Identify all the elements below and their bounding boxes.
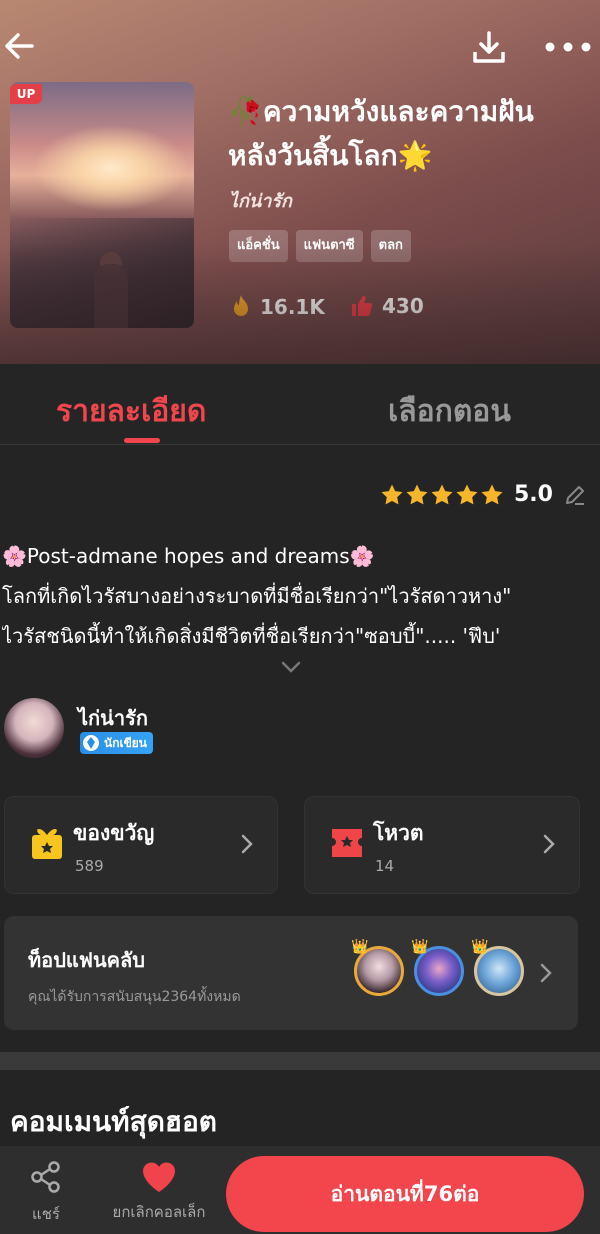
hot-comments-title: คอมเมนท์สุดฮอต xyxy=(10,1105,217,1138)
book-header: UP 🥀ความหวังและความฝันหลังวันสิ้นโลก🌟 ไก… xyxy=(0,0,600,364)
back-button[interactable] xyxy=(0,26,40,66)
top-fanclub-card[interactable]: ท็อปแฟนคลับ คุณได้รับการสนับสนุน2364ทั้ง… xyxy=(4,916,578,1030)
fan-avatars: 👑 👑 👑 xyxy=(351,939,524,996)
description-line: 🌸Post-admane hopes and dreams🌸 xyxy=(2,544,375,568)
writer-badge: นักเขียน xyxy=(80,732,154,754)
rating[interactable]: 5.0 xyxy=(380,482,587,507)
book-description: 🌸Post-admane hopes and dreams🌸 โลกที่เกิ… xyxy=(2,536,598,656)
fan-avatar[interactable]: 👑 xyxy=(411,939,464,996)
vote-label: โหวต xyxy=(373,821,424,845)
fire-icon xyxy=(234,295,248,316)
description-line: โลกที่เกิดไวรัสบางอย่างระบาดที่มีชื่อเรี… xyxy=(2,584,512,608)
gift-icon xyxy=(32,829,62,859)
writer-avatar[interactable] xyxy=(4,698,64,758)
arrow-left-icon xyxy=(5,33,34,59)
fanclub-title: ท็อปแฟนคลับ xyxy=(28,948,145,972)
download-icon xyxy=(473,31,505,63)
chevron-down-icon xyxy=(281,661,301,673)
genre-tags: แอ็คชั่น แฟนตาซี ตลก xyxy=(229,230,411,262)
expand-description-button[interactable] xyxy=(280,656,302,678)
genre-tag[interactable]: แฟนตาซี xyxy=(295,230,363,262)
share-button[interactable]: แชร์ xyxy=(26,1160,66,1226)
likes-count: 430 xyxy=(382,294,424,318)
views-count: 16.1K xyxy=(260,295,325,319)
more-dots-icon xyxy=(545,42,591,52)
crown-gold-icon: 👑 xyxy=(351,939,369,955)
fanclub-subtitle: คุณได้รับการสนับสนุน2364ทั้งหมด xyxy=(28,989,241,1005)
thumbs-up-icon xyxy=(352,296,373,316)
tab-details[interactable]: รายละเอียด xyxy=(56,388,206,435)
chevron-right-icon xyxy=(540,963,552,983)
continue-reading-button[interactable]: อ่านตอนที่76ต่อ xyxy=(226,1156,584,1232)
uncollect-button[interactable]: ยกเลิกคอลเล็ก xyxy=(104,1160,214,1224)
chevron-right-icon xyxy=(241,834,253,854)
vote-ticket-icon xyxy=(332,829,362,857)
section-divider xyxy=(0,1052,600,1070)
book-cover-image[interactable] xyxy=(10,82,194,328)
fan-avatar[interactable]: 👑 xyxy=(351,939,404,996)
up-badge: UP xyxy=(10,84,42,104)
gift-card[interactable]: ของขวัญ 589 xyxy=(4,796,278,894)
writer-name: ไก่น่ารัก xyxy=(78,706,148,730)
tab-episodes[interactable]: เลือกตอน xyxy=(388,388,511,435)
uncollect-label: ยกเลิกคอลเล็ก xyxy=(112,1203,206,1221)
genre-tag[interactable]: แอ็คชั่น xyxy=(229,230,288,262)
heart-icon xyxy=(143,1162,175,1192)
vote-count: 14 xyxy=(375,857,395,875)
genre-tag[interactable]: ตลก xyxy=(370,230,411,262)
chevron-right-icon xyxy=(543,834,555,854)
rating-value: 5.0 xyxy=(514,482,553,507)
crown-silver-icon: 👑 xyxy=(411,939,429,955)
likes-stat: 430 xyxy=(350,294,424,318)
tab-bar: รายละเอียด เลือกตอน xyxy=(0,364,600,445)
description-line: ไวรัสชนิดนี้ทำให้เกิดสิ่งมีชีวิตที่ชื่อเ… xyxy=(2,624,501,648)
book-author[interactable]: ไก่น่ารัก xyxy=(229,186,292,215)
more-button[interactable] xyxy=(544,30,592,64)
crown-bronze-icon: 👑 xyxy=(471,939,489,955)
edit-pencil-icon[interactable] xyxy=(563,483,587,507)
book-title: 🥀ความหวังและความฝันหลังวันสิ้นโลก🌟 xyxy=(228,95,534,172)
vote-card[interactable]: โหวต 14 xyxy=(304,796,580,894)
writer-profile[interactable]: ไก่น่ารัก นักเขียน xyxy=(4,698,596,760)
views-stat: 16.1K xyxy=(230,294,325,320)
download-button[interactable] xyxy=(468,26,510,68)
fan-avatar[interactable]: 👑 xyxy=(471,939,524,996)
share-icon xyxy=(31,1161,60,1193)
pen-nib-icon xyxy=(83,735,99,751)
share-label: แชร์ xyxy=(32,1205,60,1223)
bottom-action-bar: แชร์ ยกเลิกคอลเล็ก อ่านตอนที่76ต่อ xyxy=(0,1146,600,1234)
rating-stars-icon xyxy=(381,484,503,504)
gift-label: ของขวัญ xyxy=(73,821,155,845)
active-tab-indicator xyxy=(124,438,160,443)
gift-count: 589 xyxy=(75,857,104,875)
